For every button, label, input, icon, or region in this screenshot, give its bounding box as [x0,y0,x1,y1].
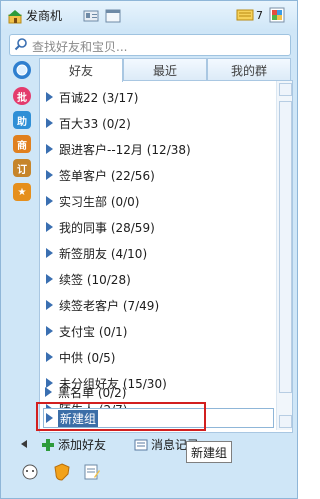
star-icon: ★ [17,186,27,198]
app-button-1[interactable] [21,463,39,481]
expand-arrow-icon[interactable] [46,326,53,336]
group-label: 百诚22 (3/17) [59,90,139,105]
contact-card-icon [83,10,99,22]
group-label: 百大33 (0/2) [59,116,131,131]
group-row[interactable]: 签单客户 (22/56) [40,162,274,188]
notes-icon [84,464,100,480]
tab-recent-label: 最近 [152,63,177,78]
expand-arrow-icon[interactable] [46,92,53,102]
highlight-box [36,402,206,431]
order-label: 订 [17,164,27,176]
group-label: 支付宝 (0/1) [59,324,128,339]
group-row[interactable]: 黑名单 (0/2) [39,381,273,403]
window-icon [105,9,121,23]
group-label: 中供 (0/5) [59,350,116,365]
group-label: 续签老客户 (7/49) [59,298,160,313]
shangji-label: 发商机 [26,9,63,23]
message-count: 7 [256,8,263,22]
message-box-button[interactable]: 7 [236,8,263,22]
scroll-down-button[interactable] [279,415,292,428]
app-button-3[interactable] [83,463,101,481]
pi-button[interactable]: 批 [13,87,31,105]
group-row[interactable]: 百大33 (0/2) [40,110,274,136]
vertical-scrollbar[interactable] [276,81,292,430]
tooltip-text: 新建组 [191,445,228,460]
expand-arrow-icon[interactable] [46,118,53,128]
shang-label: 商 [17,140,27,152]
expand-arrow-icon[interactable] [46,300,53,310]
group-row[interactable]: 新签朋友 (4/10) [40,240,274,266]
zhu-button[interactable]: 助 [13,111,31,129]
search-icon [14,38,27,51]
tab-friends[interactable]: 好友 [39,58,123,82]
order-button[interactable]: 订 [13,159,31,177]
message-icon [236,9,254,21]
expand-arrow-icon[interactable] [46,144,53,154]
group-label: 续签 (10/28) [59,272,131,287]
tooltip: 新建组 [186,441,233,463]
side-app-bar: 批 助 商 订 ★ [9,59,35,419]
shangji-button[interactable]: 发商机 [7,7,62,24]
group-label: 签单客户 (22/56) [59,168,155,183]
tab-friends-label: 好友 [68,64,93,78]
arrow-left-icon [21,440,27,448]
group-row[interactable]: 支付宝 (0/1) [40,318,274,344]
expand-arrow-icon[interactable] [46,274,53,284]
top-toolbar: 发商机 7 [1,1,297,31]
shang-button[interactable]: 商 [13,135,31,153]
group-row[interactable]: 百诚22 (3/17) [40,84,274,110]
expand-arrow-icon[interactable] [46,196,53,206]
zhu-label: 助 [17,116,27,128]
group-row[interactable]: 跟进客户--12月 (12/38) [40,136,274,162]
expand-arrow-icon[interactable] [46,352,53,362]
house-icon [8,9,22,23]
friend-group-list: 百诚22 (3/17) 百大33 (0/2) 跟进客户--12月 (12/38)… [40,81,274,432]
group-row[interactable]: 续签 (10/28) [40,266,274,292]
home-circle-button[interactable] [13,61,31,79]
palette-icon [269,7,285,23]
shield-icon [54,463,70,481]
add-friend-button[interactable]: 添加好友 [41,436,106,453]
group-label: 实习生部 (0/0) [59,194,140,209]
tab-recent[interactable]: 最近 [123,58,207,81]
im-window: 发商机 7 查找好友和宝贝... 批 助 商 订 ★ 好友 最近 我的群 百诚2… [0,0,298,499]
skin-button[interactable] [269,7,285,23]
tab-my-groups-label: 我的群 [230,63,267,78]
expand-arrow-icon[interactable] [46,170,53,180]
search-box[interactable]: 查找好友和宝贝... [9,34,291,56]
group-label: 跟进客户--12月 (12/38) [59,142,191,157]
search-placeholder: 查找好友和宝贝... [32,40,128,54]
pi-label: 批 [17,92,27,104]
tab-my-groups[interactable]: 我的群 [207,58,291,81]
history-icon [134,439,148,450]
contact-card-button[interactable] [83,8,99,24]
plus-icon [42,438,54,451]
expand-arrow-icon[interactable] [45,387,52,397]
globe-icon [16,64,28,76]
face-icon [22,464,38,480]
group-label: 新签朋友 (4/10) [59,246,148,261]
scroll-up-button[interactable] [279,83,292,96]
app-button-2[interactable] [53,463,71,481]
group-label: 我的同事 (28/59) [59,220,155,235]
group-row[interactable]: 实习生部 (0/0) [40,188,274,214]
group-row[interactable]: 续签老客户 (7/49) [40,292,274,318]
contact-tabs: 好友 最近 我的群 [39,58,291,82]
group-label: 黑名单 (0/2) [58,385,127,400]
favorites-button[interactable]: ★ [13,183,31,201]
window-button[interactable] [105,8,121,24]
group-row[interactable]: 中供 (0/5) [40,344,274,370]
add-friend-label: 添加好友 [58,438,107,452]
expand-arrow-icon[interactable] [46,222,53,232]
group-row[interactable]: 我的同事 (28/59) [40,214,274,240]
bottom-toolbar: 添加好友 消息记录 [1,431,297,498]
collapse-left-button[interactable] [19,439,29,449]
scroll-thumb[interactable] [279,101,292,393]
expand-arrow-icon[interactable] [46,248,53,258]
